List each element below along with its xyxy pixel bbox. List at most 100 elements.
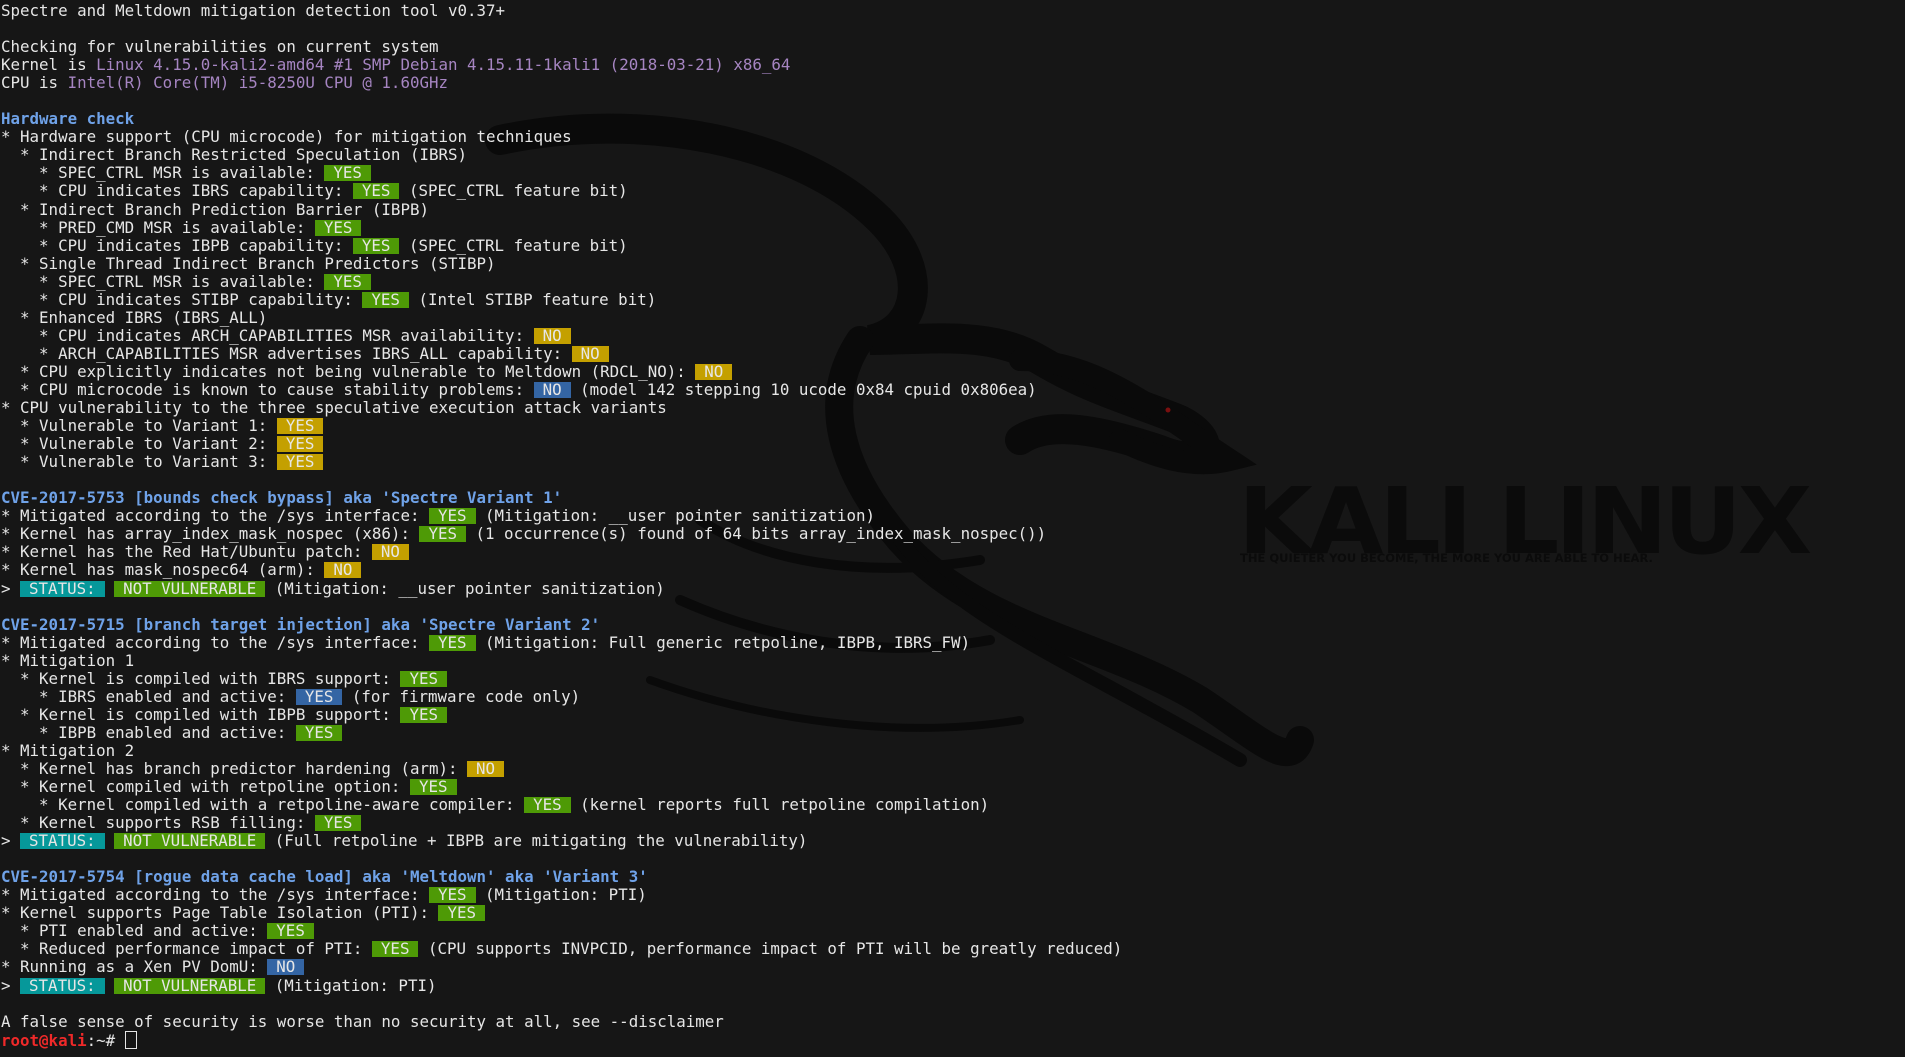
- hw-line: * CPU explicitly indicates not being vul…: [1, 362, 1122, 381]
- v1-line: * Kernel has the Red Hat/Ubuntu patch: N…: [1, 543, 1122, 561]
- v2-text: * Kernel is compiled with IBRS support:: [1, 668, 401, 688]
- hw-suffix: (SPEC_CTRL feature bit): [399, 181, 628, 201]
- yes-badge: YES: [409, 779, 457, 796]
- v2-line: * Kernel has branch predictor hardening …: [1, 758, 1122, 778]
- hw-suffix: (SPEC_CTRL feature bit): [399, 235, 628, 255]
- cve-5754-heading: CVE-2017-5754 [rogue data cache load] ak…: [1, 867, 648, 887]
- cve-5753-heading: CVE-2017-5753 [bounds check bypass] aka …: [1, 488, 563, 508]
- yes-badge: YES: [400, 670, 447, 687]
- hw-line: * CPU indicates IBRS capability: YES (SP…: [1, 182, 1122, 200]
- terminal-cursor[interactable]: [124, 1030, 137, 1049]
- hw-text: * PRED_CMD MSR is available:: [1, 217, 315, 237]
- cpu-value: Intel(R) Core(TM) i5-8250U CPU @ 1.60GHz: [67, 73, 448, 93]
- hw-text: * Vulnerable to Variant 3:: [1, 452, 277, 472]
- hw-line: * Vulnerable to Variant 3: YES: [1, 453, 1122, 471]
- dragon-eye: [1165, 407, 1171, 413]
- hw-line: * CPU vulnerability to the three specula…: [1, 398, 667, 418]
- v1-text: * Kernel has array_index_mask_nospec (x8…: [1, 524, 420, 544]
- no-badge: NO: [571, 345, 609, 362]
- v2-line: * Kernel supports RSB filling: YES: [1, 814, 1122, 832]
- hw-line: * ARCH_CAPABILITIES MSR advertises IBRS_…: [1, 343, 1122, 363]
- v2-text: * Kernel has branch predictor hardening …: [1, 758, 468, 778]
- v2-text: * Kernel is compiled with IBPB support:: [1, 704, 401, 724]
- v1-line: * Kernel has mask_nospec64 (arm): NO: [1, 561, 1122, 579]
- yes-badge: YES: [362, 291, 409, 308]
- yes-badge: YES: [295, 724, 343, 741]
- kernel-label: Kernel is: [1, 55, 97, 75]
- no-badge: NO: [695, 363, 733, 380]
- hw-text: * ARCH_CAPABILITIES MSR advertises IBRS_…: [1, 343, 572, 363]
- v3-line: * Kernel supports Page Table Isolation (…: [1, 904, 1122, 922]
- status-badge: STATUS:: [20, 977, 105, 994]
- yes-badge: YES: [419, 526, 467, 543]
- yes-badge: YES: [324, 273, 371, 290]
- yes-badge-warning: YES: [276, 418, 324, 435]
- v3-line: * Running as a Xen PV DomU: NO: [1, 958, 1122, 976]
- hw-line: * CPU indicates STIBP capability: YES (I…: [1, 290, 1122, 309]
- v2-line: * IBPB enabled and active: YES: [1, 723, 1122, 742]
- yes-badge: YES: [524, 797, 571, 814]
- yes-badge: YES: [352, 237, 400, 254]
- v2-line: * Kernel compiled with retpoline option:…: [1, 778, 1122, 796]
- v3-text: * PTI enabled and active:: [1, 921, 268, 941]
- no-badge: NO: [533, 327, 571, 344]
- v2-text: * Kernel compiled with retpoline option:: [1, 777, 410, 797]
- v2-text: * Mitigated according to the /sys interf…: [1, 632, 429, 652]
- hw-line: * Hardware support (CPU microcode) for m…: [1, 127, 572, 147]
- status-prefix: >: [1, 975, 21, 995]
- hw-text: * CPU indicates IBPB capability:: [1, 235, 353, 255]
- yes-badge: YES: [428, 887, 476, 904]
- v2-line: * Mitigation 1: [1, 650, 135, 670]
- yes-badge: YES: [314, 219, 362, 236]
- hw-suffix: (model 142 stepping 10 ucode 0x84 cpuid …: [570, 379, 1037, 399]
- yes-badge-warning: YES: [276, 454, 324, 471]
- v1-status-line: > STATUS: NOT VULNERABLE (Mitigation: __…: [1, 578, 1122, 598]
- v2-text: * Kernel compiled with a retpoline-aware…: [1, 795, 525, 815]
- yes-badge-warning: YES: [276, 436, 324, 453]
- disclaimer-line: A false sense of security is worse than …: [1, 1011, 724, 1031]
- cve-5715-heading: CVE-2017-5715 [branch target injection] …: [1, 614, 601, 634]
- prompt-user: root@kali: [1, 1030, 87, 1050]
- status-prefix: >: [1, 831, 21, 851]
- status-badge: STATUS:: [20, 833, 105, 850]
- hw-line: * Indirect Branch Prediction Barrier (IB…: [1, 199, 429, 219]
- v2-line: * Mitigation 2: [1, 740, 135, 760]
- v1-suffix: (Mitigation: __user pointer sanitization…: [475, 506, 875, 526]
- yes-badge: YES: [352, 183, 400, 200]
- v1-status-suffix: (Mitigation: __user pointer sanitization…: [265, 578, 665, 598]
- shell-prompt-line[interactable]: root@kali:~#: [1, 1030, 1122, 1050]
- hw-text: * Vulnerable to Variant 1:: [1, 416, 277, 436]
- v1-suffix: (1 occurrence(s) found of 64 bits array_…: [466, 524, 1047, 544]
- v3-text: * Kernel supports Page Table Isolation (…: [1, 903, 439, 923]
- kernel-line: Kernel is Linux 4.15.0-kali2-amd64 #1 SM…: [1, 56, 1122, 74]
- hw-line: * Vulnerable to Variant 1: YES: [1, 417, 1122, 435]
- yes-badge: YES: [371, 941, 419, 958]
- yes-badge-blue: YES: [295, 688, 343, 705]
- v1-line: * Mitigated according to the /sys interf…: [1, 507, 1122, 525]
- hw-text: * Vulnerable to Variant 2:: [1, 434, 277, 454]
- yes-badge: YES: [267, 923, 314, 940]
- hw-line: * CPU microcode is known to cause stabil…: [1, 379, 1122, 399]
- no-badge: NO: [371, 544, 409, 561]
- v2-line: * Mitigated according to the /sys interf…: [1, 632, 1122, 652]
- no-badge: NO: [467, 760, 505, 777]
- v3-line: * Mitigated according to the /sys interf…: [1, 886, 1122, 904]
- v1-line: * Kernel has array_index_mask_nospec (x8…: [1, 525, 1122, 543]
- kali-tagline: THE QUIETER YOU BECOME, THE MORE YOU ARE…: [1240, 551, 1653, 565]
- tool-title-line: Spectre and Meltdown mitigation detectio…: [1, 1, 506, 20]
- v1-text: * Kernel has the Red Hat/Ubuntu patch:: [1, 542, 372, 562]
- hw-line: * CPU indicates ARCH_CAPABILITIES MSR av…: [1, 326, 1122, 345]
- not-vulnerable-badge: NOT VULNERABLE: [114, 580, 266, 597]
- hw-line: * PRED_CMD MSR is available: YES: [1, 217, 1122, 237]
- v3-suffix: (Mitigation: PTI): [475, 885, 647, 905]
- yes-badge: YES: [438, 905, 486, 922]
- v3-text: * Reduced performance impact of PTI:: [1, 939, 372, 959]
- no-badge-blue: NO: [533, 381, 571, 398]
- checking-line: Checking for vulnerabilities on current …: [1, 37, 439, 57]
- hw-line: * CPU indicates IBPB capability: YES (SP…: [1, 235, 1122, 255]
- v2-text: * Kernel supports RSB filling:: [1, 813, 315, 833]
- not-vulnerable-badge: NOT VULNERABLE: [114, 977, 266, 994]
